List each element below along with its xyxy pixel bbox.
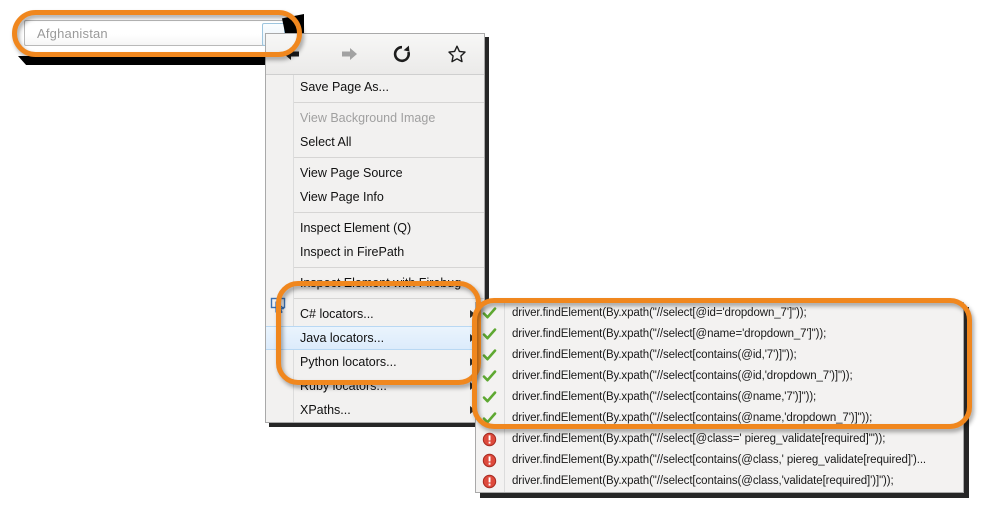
menu-separator — [294, 267, 484, 268]
submenu-row-xpath[interactable]: driver.findElement(By.xpath("//select[@n… — [476, 324, 963, 345]
menu-item-view-page-info[interactable]: View Page Info — [266, 185, 484, 209]
menu-item-xpaths[interactable]: XPaths... — [266, 398, 484, 422]
green-check-icon — [482, 327, 497, 342]
submenu-row-xpath[interactable]: driver.findElement(By.xpath("//select[co… — [476, 387, 963, 408]
menu-item-label: Python locators... — [300, 350, 397, 374]
menu-item-inspect-in-firepath[interactable]: Inspect in FirePath — [266, 240, 484, 264]
green-check-icon — [482, 348, 497, 363]
menu-item-label: Inspect Element (Q) — [300, 216, 411, 240]
menu-separator — [294, 298, 484, 299]
submenu-row-xpath[interactable]: driver.findElement(By.xpath("//select[co… — [476, 345, 963, 366]
submenu-row-xpath[interactable]: driver.findElement(By.xpath("//select[@i… — [476, 303, 963, 324]
menu-item-select-all[interactable]: Select All — [266, 130, 484, 154]
menu-separator — [294, 212, 484, 213]
submenu-row-xpath[interactable]: driver.findElement(By.xpath("//select[co… — [476, 408, 963, 429]
submenu-row-xpath[interactable]: driver.findElement(By.xpath("//select[co… — [476, 366, 963, 387]
green-check-icon — [482, 306, 497, 321]
submenu-row-text: driver.findElement(By.xpath("//select[co… — [512, 475, 894, 487]
bookmark-star-icon[interactable] — [430, 34, 485, 74]
forward-arrow-icon — [321, 34, 376, 74]
menu-item-label: Inspect Element with Firebug — [300, 271, 461, 295]
red-error-icon — [482, 474, 497, 489]
submenu-row-xpath[interactable]: driver.findElement(By.xpath("//select[co… — [476, 450, 963, 471]
country-dropdown-value: Afghanistan — [25, 26, 108, 41]
submenu-row-xpath[interactable]: driver.findElement(By.xpath("//select[co… — [476, 471, 963, 492]
submenu-row-xpath[interactable]: driver.findElement(By.xpath("//select[@c… — [476, 429, 963, 450]
context-menu-toolbar — [266, 34, 484, 75]
submenu-row-text: driver.findElement(By.xpath("//select[co… — [512, 412, 872, 424]
menu-item-label: Java locators... — [300, 327, 384, 349]
green-check-icon — [482, 411, 497, 426]
menu-item-label: View Page Source — [300, 161, 403, 185]
menu-separator — [294, 102, 484, 103]
menu-item-label: XPaths... — [300, 398, 351, 422]
menu-item-label: Ruby locators... — [300, 374, 387, 398]
menu-item-label: Save Page As... — [300, 75, 389, 99]
java-locators-submenu[interactable]: driver.findElement(By.xpath("//select[@i… — [475, 302, 964, 493]
menu-item-ruby-locators[interactable]: Ruby locators... — [266, 374, 484, 398]
menu-item-label: C# locators... — [300, 302, 374, 326]
menu-item-java-locators[interactable]: Java locators... — [266, 326, 484, 350]
menu-separator — [294, 157, 484, 158]
menu-item-csharp-locators[interactable]: C# locators... — [266, 302, 484, 326]
country-dropdown-wrapper[interactable]: Afghanistan — [24, 20, 290, 48]
menu-item-inspect-element[interactable]: Inspect Element (Q) — [266, 216, 484, 240]
menu-item-save-page-as[interactable]: Save Page As... — [266, 75, 484, 99]
red-error-icon — [482, 432, 497, 447]
menu-item-python-locators[interactable]: Python locators... — [266, 350, 484, 374]
menu-item-inspect-element-with-firebug[interactable]: Inspect Element with Firebug — [266, 271, 484, 295]
context-menu-items: Save Page As... View Background Image Se… — [266, 75, 484, 422]
menu-item-label: Inspect in FirePath — [300, 240, 404, 264]
submenu-row-text: driver.findElement(By.xpath("//select[co… — [512, 391, 816, 403]
submenu-row-text: driver.findElement(By.xpath("//select[@c… — [512, 433, 885, 445]
menu-item-label: Select All — [300, 130, 351, 154]
submenu-row-text: driver.findElement(By.xpath("//select[co… — [512, 349, 797, 361]
green-check-icon — [482, 390, 497, 405]
red-error-icon — [482, 453, 497, 468]
submenu-row-text: driver.findElement(By.xpath("//select[co… — [512, 370, 853, 382]
back-arrow-icon[interactable] — [266, 34, 321, 74]
green-check-icon — [482, 369, 497, 384]
menu-item-label: View Page Info — [300, 185, 384, 209]
highlight-shadow — [18, 56, 288, 65]
country-dropdown[interactable]: Afghanistan — [24, 20, 288, 46]
submenu-row-text: driver.findElement(By.xpath("//select[@i… — [512, 307, 807, 319]
submenu-row-text: driver.findElement(By.xpath("//select[@n… — [512, 328, 826, 340]
menu-item-view-background-image: View Background Image — [266, 106, 484, 130]
submenu-row-text: driver.findElement(By.xpath("//select[co… — [512, 454, 926, 466]
menu-item-label: View Background Image — [300, 106, 435, 130]
context-menu[interactable]: Save Page As... View Background Image Se… — [265, 33, 485, 423]
reload-icon[interactable] — [375, 34, 430, 74]
menu-item-view-page-source[interactable]: View Page Source — [266, 161, 484, 185]
